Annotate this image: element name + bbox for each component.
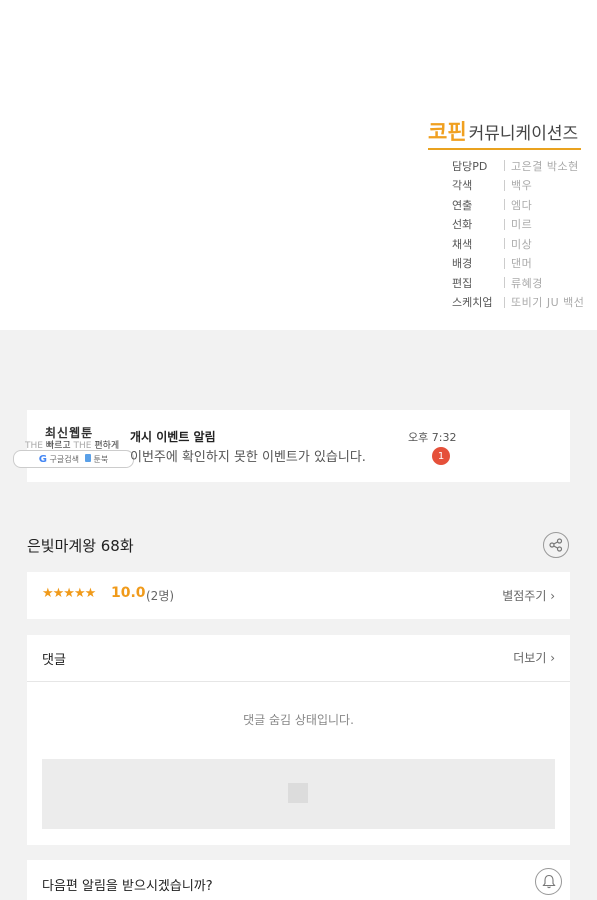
- next-episode-alert-card: 다음편 알림을 받으시겠습니까?: [27, 860, 570, 900]
- site-search-pill[interactable]: G 구글검색 툰북: [13, 450, 134, 468]
- episode-image-area: 코핀 커뮤니케이션즈 담당PD 고은결 박소현 각색 백우 연출 엠다 선화 미르 채색…: [0, 0, 597, 330]
- rating-score: 10.0: [111, 585, 146, 601]
- comments-header: 댓글 더보기 ›: [27, 635, 570, 682]
- rating-stars: ★★★★★: [42, 586, 96, 601]
- credit-row: 담당PD 고은결 박소현: [452, 159, 579, 173]
- next-episode-question: 다음편 알림을 받으시겠습니까?: [42, 879, 213, 894]
- notice-title: 개시 이벤트 알림: [130, 430, 216, 444]
- credit-row: 각색 백우: [452, 179, 533, 193]
- more-comments-link[interactable]: 더보기 ›: [513, 649, 555, 666]
- studio-logo: 코핀 커뮤니케이션즈: [428, 116, 581, 150]
- comments-title: 댓글: [42, 653, 66, 668]
- book-icon: [84, 453, 91, 462]
- notification-bell-button[interactable]: [535, 868, 562, 895]
- credit-row: 연출 엠다: [452, 198, 533, 212]
- share-button[interactable]: [543, 532, 569, 558]
- bell-icon: [541, 874, 556, 889]
- comments-hidden-message: 댓글 숨김 상태입니다.: [243, 713, 354, 727]
- rating-count: (2명): [146, 589, 175, 603]
- credit-row: 채색 미상: [452, 237, 533, 251]
- credit-row: 배경 댄머: [452, 257, 533, 271]
- studio-logo-main: 코핀: [428, 120, 467, 144]
- episode-title: 은빛마계왕 68화: [27, 537, 134, 555]
- studio-logo-sub: 커뮤니케이션즈: [468, 124, 579, 144]
- rating-card: ★★★★★ 10.0 (2명) 별점주기 ›: [27, 572, 570, 619]
- credit-row: 선화 미르: [452, 218, 533, 232]
- rate-button[interactable]: 별점주기 ›: [502, 587, 555, 604]
- comments-card: 댓글 더보기 › 댓글 숨김 상태입니다.: [27, 635, 570, 845]
- notice-message: 이번주에 확인하지 못한 이벤트가 있습니다.: [130, 450, 366, 465]
- event-notice-card[interactable]: 최신웹툰 THE 빠르고 THE 편하게 G 구글검색 툰북 개시 이벤트 알림…: [13, 410, 570, 482]
- credit-row: 스케치업 또비기 JU 백선: [452, 296, 585, 310]
- notice-time: 오후 7:32: [408, 431, 457, 444]
- image-placeholder-icon: [288, 783, 308, 803]
- credits-block: 코핀 커뮤니케이션즈 담당PD 고은결 박소현 각색 백우 연출 엠다 선화 미르 채색…: [428, 116, 586, 312]
- google-icon: G: [38, 453, 47, 465]
- ad-placeholder[interactable]: [42, 759, 555, 829]
- share-icon: [549, 538, 563, 552]
- notification-badge: 1: [432, 447, 450, 465]
- credit-row: 편집 류혜경: [452, 276, 543, 290]
